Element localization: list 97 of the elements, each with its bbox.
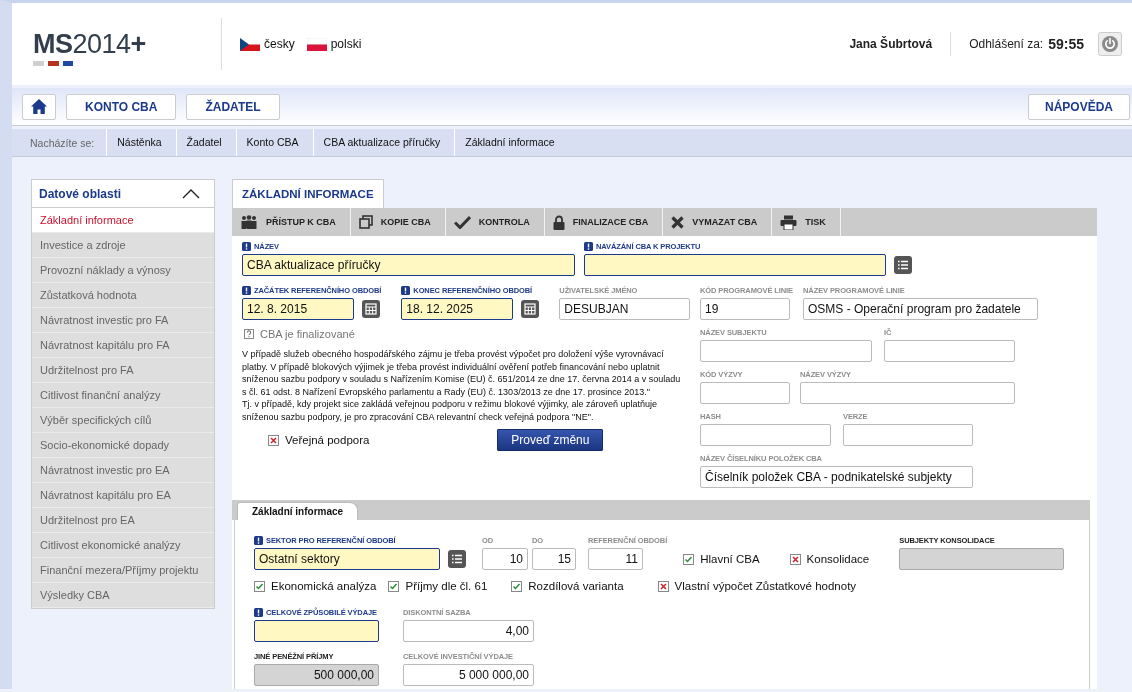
checkbox[interactable] [657,580,669,592]
breadcrumb-item[interactable]: Konto CBA [235,129,313,156]
calendar-icon[interactable] [521,300,540,318]
checkbox-label: Konsolidace [806,553,870,565]
nav-button[interactable]: KONTO CBA [66,93,177,120]
input-field[interactable] [700,424,831,446]
sidebar-item[interactable]: Zůstatková hodnota [32,283,214,308]
input-field[interactable]: Číselník položek CBA - podnikatelské subjekty [700,466,973,488]
apply-button[interactable]: Proveď změnu [497,429,604,451]
input-field[interactable]: 5 000 000,00 [403,664,534,686]
checkbox-label: Rozdílová varianta [528,580,624,592]
input-field[interactable]: 11 [588,548,643,570]
user-name: Jana Šubrtová [849,37,933,51]
polish-flag-icon [306,37,327,51]
input-field[interactable]: 4,00 [403,620,534,642]
breadcrumb-item[interactable]: Žadatel [175,129,236,156]
input-field[interactable]: DESUBJAN [559,298,691,320]
language-link[interactable]: polski [306,37,362,51]
tab[interactable]: Základní informace [237,502,359,520]
sidebar-item[interactable]: Výběr specifických cílů [32,408,214,433]
checkbox[interactable] [388,580,400,592]
home-button[interactable] [22,93,56,120]
language-link[interactable]: česky [240,37,295,51]
list-icon[interactable] [448,550,466,568]
sidebar-item[interactable]: Provozní náklady a výnosy [32,258,214,283]
sidebar-item[interactable]: Návratnost kapitálu pro EA [32,483,214,508]
checkbox[interactable] [789,553,801,565]
check-icon [453,215,471,229]
sidebar-item[interactable]: Základní informace [32,208,214,233]
list-icon[interactable] [894,256,912,274]
finalized-hint: CBA je finalizované [260,328,355,340]
sidebar-item[interactable]: Návratnost kapitálu pro FA [32,333,214,358]
breadcrumb-label: Nacházíte se: [30,136,95,149]
logout-countdown: 59:55 [1048,36,1084,52]
required-icon [242,241,251,251]
sidebar-item[interactable]: Citlivost finanční analýzy [32,383,214,408]
sidebar-item[interactable]: Výsledky CBA [32,583,214,608]
info-paragraph: V případě služeb obecného hospodářského zájmu je třeba provést výpočet pro doložení výše vyrovnávací platby. V případě blokových výjimek je třeba provést individuální ověření potřeb financování nebo uplatnit sníženou sazbu podpory v souladu s Nařízením Komise (EU) č. 651/2014 ze dne 17. června 2014 a v souladu s čl. 61 odst. 8 Nařízení Evropského parlamentu a Rady (EU) č. 1303/2013 ze dne 17. prosince 2013." [242,348,682,398]
input-field[interactable]: 12. 8. 2015 [242,298,354,320]
input-field[interactable] [584,254,886,276]
input-field[interactable]: 10 [482,548,528,570]
sidebar-title: Datové oblasti [39,186,122,201]
input-field[interactable] [884,340,1015,362]
checkbox-label: Vlastní výpočet Zůstatkové hodnoty [674,580,857,592]
stripes-icon [33,60,73,66]
input-field[interactable] [700,340,872,362]
sidebar-item[interactable]: Citlivost ekonomické analýzy [32,533,214,558]
sidebar-item[interactable]: Návratnost investic pro EA [32,458,214,483]
breadcrumb-item[interactable]: Nástěnka [106,129,176,156]
checkbox-label: Ekonomická analýza [271,580,377,592]
sidebar-item[interactable]: Socio-ekonomické dopady [32,433,214,458]
breadcrumb-item[interactable]: CBA aktualizace příručky [312,129,455,156]
home-icon [31,99,47,114]
input-field[interactable] [254,620,379,642]
input-field[interactable]: Ostatní sektory [254,548,440,570]
input-field[interactable] [700,382,790,404]
sidebar-item[interactable]: Investice a zdroje [32,233,214,258]
input-field[interactable]: OSMS - Operační program pro žadatele [803,298,1038,320]
printer-icon [780,214,798,230]
calendar-icon[interactable] [362,300,380,318]
logo: MS2014+ [33,30,147,58]
required-icon [242,285,251,295]
required-icon [401,285,411,295]
input-field[interactable] [843,424,973,446]
czech-flag-icon [240,37,260,51]
info-paragraph: Tj. v případě, kdy projekt sice zakládá veřejnou podporu v režimu blokové výjimky, ale zároveň uplatňuje sníženou sazbu podpory, je pro zpracování CBA relevantní check veřejná podpora "NE". [242,398,659,423]
logout-label: Odhlášení za: [969,37,1044,51]
chevron-icon[interactable] [182,188,200,199]
required-icon [254,535,263,545]
help-button[interactable]: NÁPOVĚDA [1028,93,1130,120]
breadcrumb-item[interactable]: Základní informace [454,129,569,156]
checkbox-label: Hlavní CBA [700,553,760,565]
input-field[interactable]: CBA aktualizace příručky [242,254,575,276]
sidebar-item[interactable]: Finanční mezera/Příjmy projektu [32,558,214,583]
help-icon[interactable] [244,329,254,339]
required-icon [254,607,263,617]
input-field[interactable]: 18. 12. 2025 [401,298,514,320]
input-field[interactable]: 19 [700,298,790,320]
nav-button[interactable]: ŽADATEL [186,93,280,120]
tab[interactable]: ZÁKLADNÍ INFORMACE [232,179,384,208]
lock-icon [552,214,565,230]
input-field[interactable] [800,382,1015,404]
sidebar-item[interactable]: Návratnost investic pro FA [32,308,214,333]
checkbox-label: Veřejná podpora [285,434,370,446]
checkbox[interactable] [683,553,695,565]
copy-icon [358,215,373,229]
sidebar-item[interactable]: Udržitelnost pro EA [32,508,214,533]
input-field[interactable]: 15 [532,548,576,570]
people-icon [240,215,258,229]
checkbox-label: Příjmy dle čl. 61 [405,580,488,592]
sidebar-item[interactable]: Udržitelnost pro FA [32,358,214,383]
power-icon[interactable] [1098,32,1122,56]
required-icon [584,241,593,251]
checkbox[interactable] [268,434,279,446]
checkbox[interactable] [511,580,523,592]
checkbox[interactable] [254,580,265,592]
close-icon [671,215,685,229]
